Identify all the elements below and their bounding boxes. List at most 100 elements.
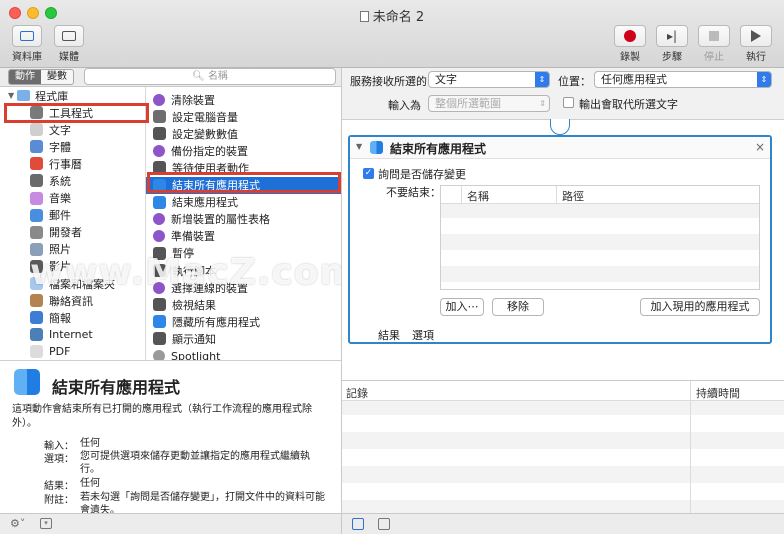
category-item[interactable]: 音樂 — [30, 190, 71, 207]
action-item[interactable]: 備份指定的裝置 — [146, 142, 341, 159]
service-receives-label: 服務接收所選的 — [350, 75, 427, 88]
step-button[interactable]: ▸| — [656, 25, 688, 47]
action-item[interactable]: 檢視結果 — [146, 296, 341, 313]
action-item[interactable]: 顯示通知 — [146, 330, 341, 347]
library-button[interactable] — [12, 25, 42, 47]
action-item[interactable]: 準備裝置 — [146, 228, 341, 245]
record-label: 錄製 — [620, 52, 640, 63]
record-button[interactable] — [614, 25, 646, 47]
description-panel: 結束所有應用程式 這項動作會結束所有已打開的應用程式（執行工作流程的應用程式除外… — [0, 360, 341, 516]
category-label: 影片 — [49, 260, 71, 274]
library-root-label: 程式庫 — [35, 89, 69, 103]
library-folder-icon — [17, 90, 31, 101]
add-button[interactable]: 加入⋯ — [440, 298, 484, 316]
category-label: 郵件 — [49, 209, 71, 223]
category-label: 行事曆 — [49, 157, 82, 171]
finder-icon — [370, 141, 383, 154]
finder-icon — [14, 369, 40, 395]
input-is-label: 輸入為 — [388, 99, 421, 112]
remove-button[interactable]: 移除 — [492, 298, 544, 316]
media-button[interactable] — [54, 25, 84, 47]
action-card-title: 結束所有應用程式 — [390, 142, 487, 156]
robot-icon — [153, 298, 166, 312]
action-label: 選擇連線的裝置 — [171, 281, 248, 295]
description-key: 選項： — [44, 454, 74, 465]
action-label: 暫停 — [172, 247, 194, 261]
location-popup[interactable]: 任何應用程式 ⇕ — [594, 71, 772, 88]
tab-options[interactable]: 選項 — [412, 327, 434, 343]
input-is-popup[interactable]: 整個所選範圍 ⇕ — [428, 95, 550, 112]
media-label: 媒體 — [59, 52, 79, 63]
category-label: Internet — [49, 328, 93, 342]
action-item[interactable]: 設定變數數值 — [146, 125, 341, 142]
gear-menu-icon[interactable]: ⚙︎˅ — [10, 517, 25, 530]
action-item[interactable]: 新增裝置的屬性表格 — [146, 211, 341, 228]
category-item[interactable]: Internet — [30, 326, 93, 343]
category-label: 聯絡資訊 — [49, 294, 93, 308]
library-label: 資料庫 — [12, 52, 42, 63]
ask-save-checkbox[interactable]: ✓ — [363, 168, 374, 179]
presentation-icon — [30, 311, 43, 325]
service-input-type-popup[interactable]: 文字 ⇕ — [428, 71, 550, 88]
disclosure-triangle-icon: ▼ — [8, 91, 15, 100]
column-log[interactable]: 記錄 — [346, 385, 368, 401]
category-item[interactable]: PDF — [30, 343, 70, 360]
add-current-app-button[interactable]: 加入現用的應用程式 — [640, 298, 760, 316]
action-item[interactable]: 執行腳本 — [146, 262, 341, 279]
replace-text-checkbox[interactable] — [563, 97, 574, 108]
category-label: 開發者 — [49, 226, 82, 240]
document-icon — [359, 11, 369, 22]
variables-list-icon[interactable] — [378, 518, 390, 530]
action-item[interactable]: 暫停 — [146, 245, 341, 262]
description-toggle-icon[interactable]: ▾ — [40, 518, 52, 529]
category-label: 檔案和檔案夾 — [49, 277, 115, 291]
action-item[interactable]: 選擇連線的裝置 — [146, 279, 341, 296]
window-title: 未命名 2 — [0, 6, 784, 25]
collapse-triangle-icon[interactable]: ▼ — [356, 142, 362, 151]
column-duration[interactable]: 持續時間 — [696, 385, 740, 401]
play-icon — [751, 30, 761, 42]
library-root[interactable]: ▼ 程式庫 — [8, 87, 68, 104]
category-item[interactable]: 字體 — [30, 138, 71, 155]
category-label: 字體 — [49, 140, 71, 154]
category-item[interactable]: 聯絡資訊 — [30, 292, 93, 309]
action-label: 新增裝置的屬性表格 — [171, 213, 270, 227]
column-divider — [556, 186, 557, 204]
folder-icon — [30, 277, 43, 290]
category-list: ▼ 程式庫 工具程式 文字 字體 行事曆 系統 音樂 郵件 開發者 照片 影片 檔案和檔案夾 聯絡資訊… — [0, 87, 146, 360]
category-item[interactable]: 影片 — [30, 258, 71, 275]
apps-table: 名稱 路徑 — [440, 185, 760, 290]
category-item[interactable]: 郵件 — [30, 207, 71, 224]
category-item[interactable]: 檔案和檔案夾 — [30, 275, 115, 292]
category-item[interactable]: 文字 — [30, 121, 71, 138]
category-item[interactable]: 開發者 — [30, 224, 82, 241]
tab-variables[interactable]: 變數 — [41, 70, 73, 84]
location-label: 位置： — [558, 75, 591, 88]
tab-actions[interactable]: 動作 — [9, 70, 41, 84]
service-input-type-value: 文字 — [435, 73, 457, 86]
column-divider — [461, 186, 462, 204]
input-is-value: 整個所選範圍 — [435, 97, 501, 110]
category-item[interactable]: 簡報 — [30, 309, 71, 326]
log-list-icon[interactable] — [352, 518, 364, 530]
category-item[interactable]: 行事曆 — [30, 155, 82, 172]
search-input[interactable]: 🔍︎ 名稱 — [84, 68, 336, 85]
close-action-icon[interactable]: × — [755, 140, 765, 154]
column-name[interactable]: 名稱 — [467, 188, 489, 204]
tab-results[interactable]: 結果 — [378, 327, 400, 343]
robot-icon — [153, 264, 166, 277]
action-item[interactable]: 結束應用程式 — [146, 194, 341, 211]
step-icon: ▸| — [666, 29, 678, 43]
category-item[interactable]: 照片 — [30, 241, 71, 258]
robot-icon — [153, 332, 166, 346]
highlight-box-action — [147, 172, 341, 193]
stop-button[interactable] — [698, 25, 730, 47]
category-item[interactable]: 系統 — [30, 172, 71, 189]
run-button[interactable] — [740, 25, 772, 47]
record-icon — [624, 30, 636, 42]
action-item[interactable]: 清除裝置 — [146, 91, 341, 108]
action-item[interactable]: 設定電腦音量 — [146, 108, 341, 125]
column-path[interactable]: 路徑 — [562, 188, 584, 204]
description-key: 結果： — [44, 481, 74, 492]
action-item[interactable]: 隱藏所有應用程式 — [146, 313, 341, 330]
